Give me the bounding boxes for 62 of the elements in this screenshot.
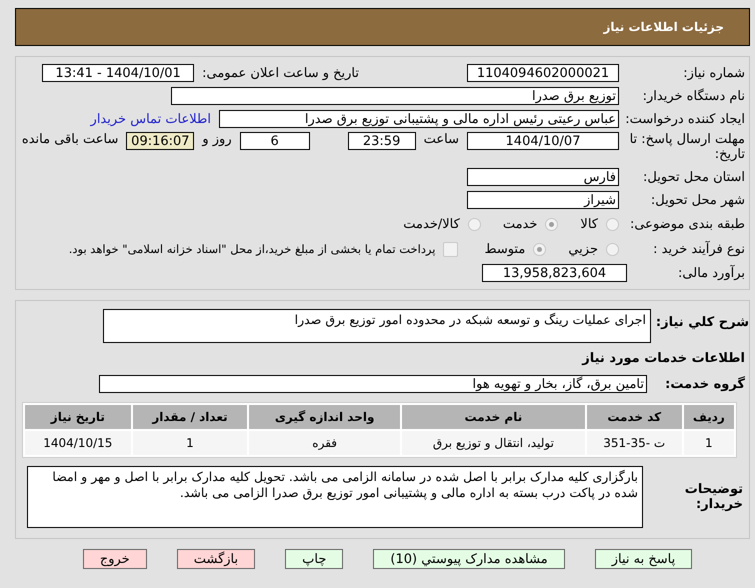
table-cell: 1 <box>684 431 734 455</box>
remaining-label: ساعت باقی مانده <box>22 132 118 147</box>
budget-field: 13,958,823,604 <box>482 264 627 282</box>
table-cell: 1 <box>132 431 248 455</box>
field-label: ایجاد کننده درخواست: <box>627 112 745 126</box>
city-field: شیراز <box>467 191 619 209</box>
remaining-time-field: 09:16:07 <box>126 132 194 150</box>
radio-label: خدمت <box>502 216 538 232</box>
table-cell: 1404/10/15 <box>25 431 131 455</box>
days-label: روز و <box>202 132 232 147</box>
table-cell: ت -35-351 <box>586 431 682 455</box>
column-header: تعداد / مقدار <box>132 405 248 429</box>
radio-button[interactable] <box>606 242 619 256</box>
payment-note: پرداخت تمام یا بخشی از مبلغ خرید،از محل "اسناد خزانه اسلامی" خواهد بود. <box>68 242 436 256</box>
field-label: استان محل تحویل: <box>642 170 745 184</box>
table-cell: فقره <box>249 431 400 455</box>
radio-label: جزیي <box>568 242 598 256</box>
buyer-notes-textarea[interactable]: بارگزاری کلیه مدارک برابر با اصل شده در سامانه الزامی می باشد. تحویل کلیه مدارک برابر با اصل و مهر و امضا شده در پاکت درب بسته به اداره مالی و پشتیبانی امور توزیع برق صدرا الزامی می باشد. <box>27 466 643 528</box>
buyer-org-field: توزیع برق صدرا <box>171 87 619 105</box>
need-number-field: 1104094602000021 <box>467 64 619 82</box>
radio-button[interactable] <box>545 218 558 230</box>
radio-button[interactable] <box>606 218 619 230</box>
field-label: گروه خدمت: <box>664 376 746 392</box>
radio-button[interactable] <box>468 218 481 230</box>
requester-field: عباس رعیتی رئیس اداره مالی و پشتیبانی توزیع برق صدرا <box>219 110 619 128</box>
column-header: تاریخ نیاز <box>25 405 131 429</box>
field-label: شهر محل تحویل: <box>650 192 745 208</box>
action-button[interactable]: خروج <box>82 549 147 569</box>
days-field: 6 <box>240 132 310 150</box>
page-header: جزئیات اطلاعات نیاز <box>15 8 750 46</box>
deadline-time-field: 23:59 <box>348 132 416 150</box>
field-label: طبقه بندی موضوعی: <box>628 216 745 232</box>
section-title: اطلاعات خدمات مورد نیاز <box>580 351 746 366</box>
field-label: شماره نیاز: <box>682 66 745 80</box>
radio-label: کالا/خدمت <box>403 216 460 232</box>
column-header: نام خدمت <box>402 405 585 429</box>
action-button[interactable]: چاپ <box>285 549 344 569</box>
field-label: تاریخ و ساعت اعلان عمومی: <box>202 66 359 80</box>
action-button[interactable]: پاسخ به نیاز <box>594 549 692 569</box>
column-header: ردیف <box>684 405 734 429</box>
field-label: نام دستگاه خریدار: <box>642 88 745 104</box>
table-cell: تولید، انتقال و توزیع برق <box>402 431 585 455</box>
deadline-date-field: 1404/10/07 <box>467 132 619 150</box>
buyer-contact-link[interactable]: اطلاعات تماس خریدار <box>90 112 211 126</box>
province-field: فارس <box>467 168 619 186</box>
radio-label: کالا <box>580 216 598 232</box>
radio-label: متوسط <box>484 242 526 256</box>
service-group-field: تامین برق، گاز، بخار و تهویه هوا <box>99 375 647 393</box>
field-label: مهلت ارسال پاسخ: تا تاریخ: <box>628 132 745 162</box>
description-textarea[interactable]: اجرای عملیات رینگ و توسعه شبکه در محدوده امور توزیع برق صدرا <box>103 309 651 343</box>
field-label: توضیحات خریدار: <box>684 482 744 512</box>
announce-date-field: 1404/10/01 - 13:41 <box>42 64 194 82</box>
field-label: برآورد مالی: <box>677 266 745 280</box>
column-header: واحد اندازه گیری <box>249 405 400 429</box>
time-label: ساعت <box>424 132 459 147</box>
action-button[interactable]: بازگشت <box>176 549 256 569</box>
radio-button[interactable] <box>533 242 546 256</box>
field-label: شرح کلي نیاز: <box>655 314 749 330</box>
field-label: نوع فرآیند خرید : <box>652 242 745 256</box>
action-button[interactable]: مشاهده مدارک پیوستي (10) <box>373 549 565 569</box>
checkbox[interactable] <box>443 242 458 256</box>
column-header: کد خدمت <box>586 405 682 429</box>
